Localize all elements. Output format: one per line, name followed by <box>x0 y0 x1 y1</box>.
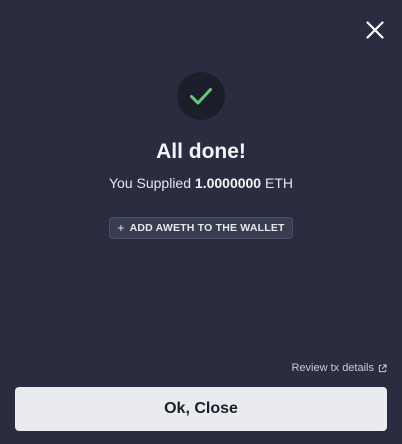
supply-token: ETH <box>264 175 293 191</box>
close-icon <box>366 21 384 39</box>
modal-title: All done! <box>156 140 246 163</box>
supply-summary: You Supplied 1.0000000 ETH <box>0 174 402 192</box>
review-tx-details-link[interactable]: Review tx details <box>291 362 387 374</box>
supply-summary-prefix: You Supplied <box>109 175 192 191</box>
plus-icon: + <box>117 221 125 235</box>
success-modal: All done! You Supplied 1.0000000 ETH + A… <box>0 0 402 444</box>
close-button[interactable] <box>362 17 388 43</box>
add-token-label: ADD AWETH TO THE WALLET <box>129 222 285 234</box>
add-token-to-wallet-button[interactable]: + ADD AWETH TO THE WALLET <box>109 217 293 239</box>
ok-close-button[interactable]: Ok, Close <box>15 387 387 431</box>
success-indicator <box>177 72 225 120</box>
external-link-icon <box>378 363 387 373</box>
supply-amount: 1.0000000 <box>194 175 262 191</box>
checkmark-icon <box>188 83 214 109</box>
review-link-label: Review tx details <box>291 362 374 374</box>
